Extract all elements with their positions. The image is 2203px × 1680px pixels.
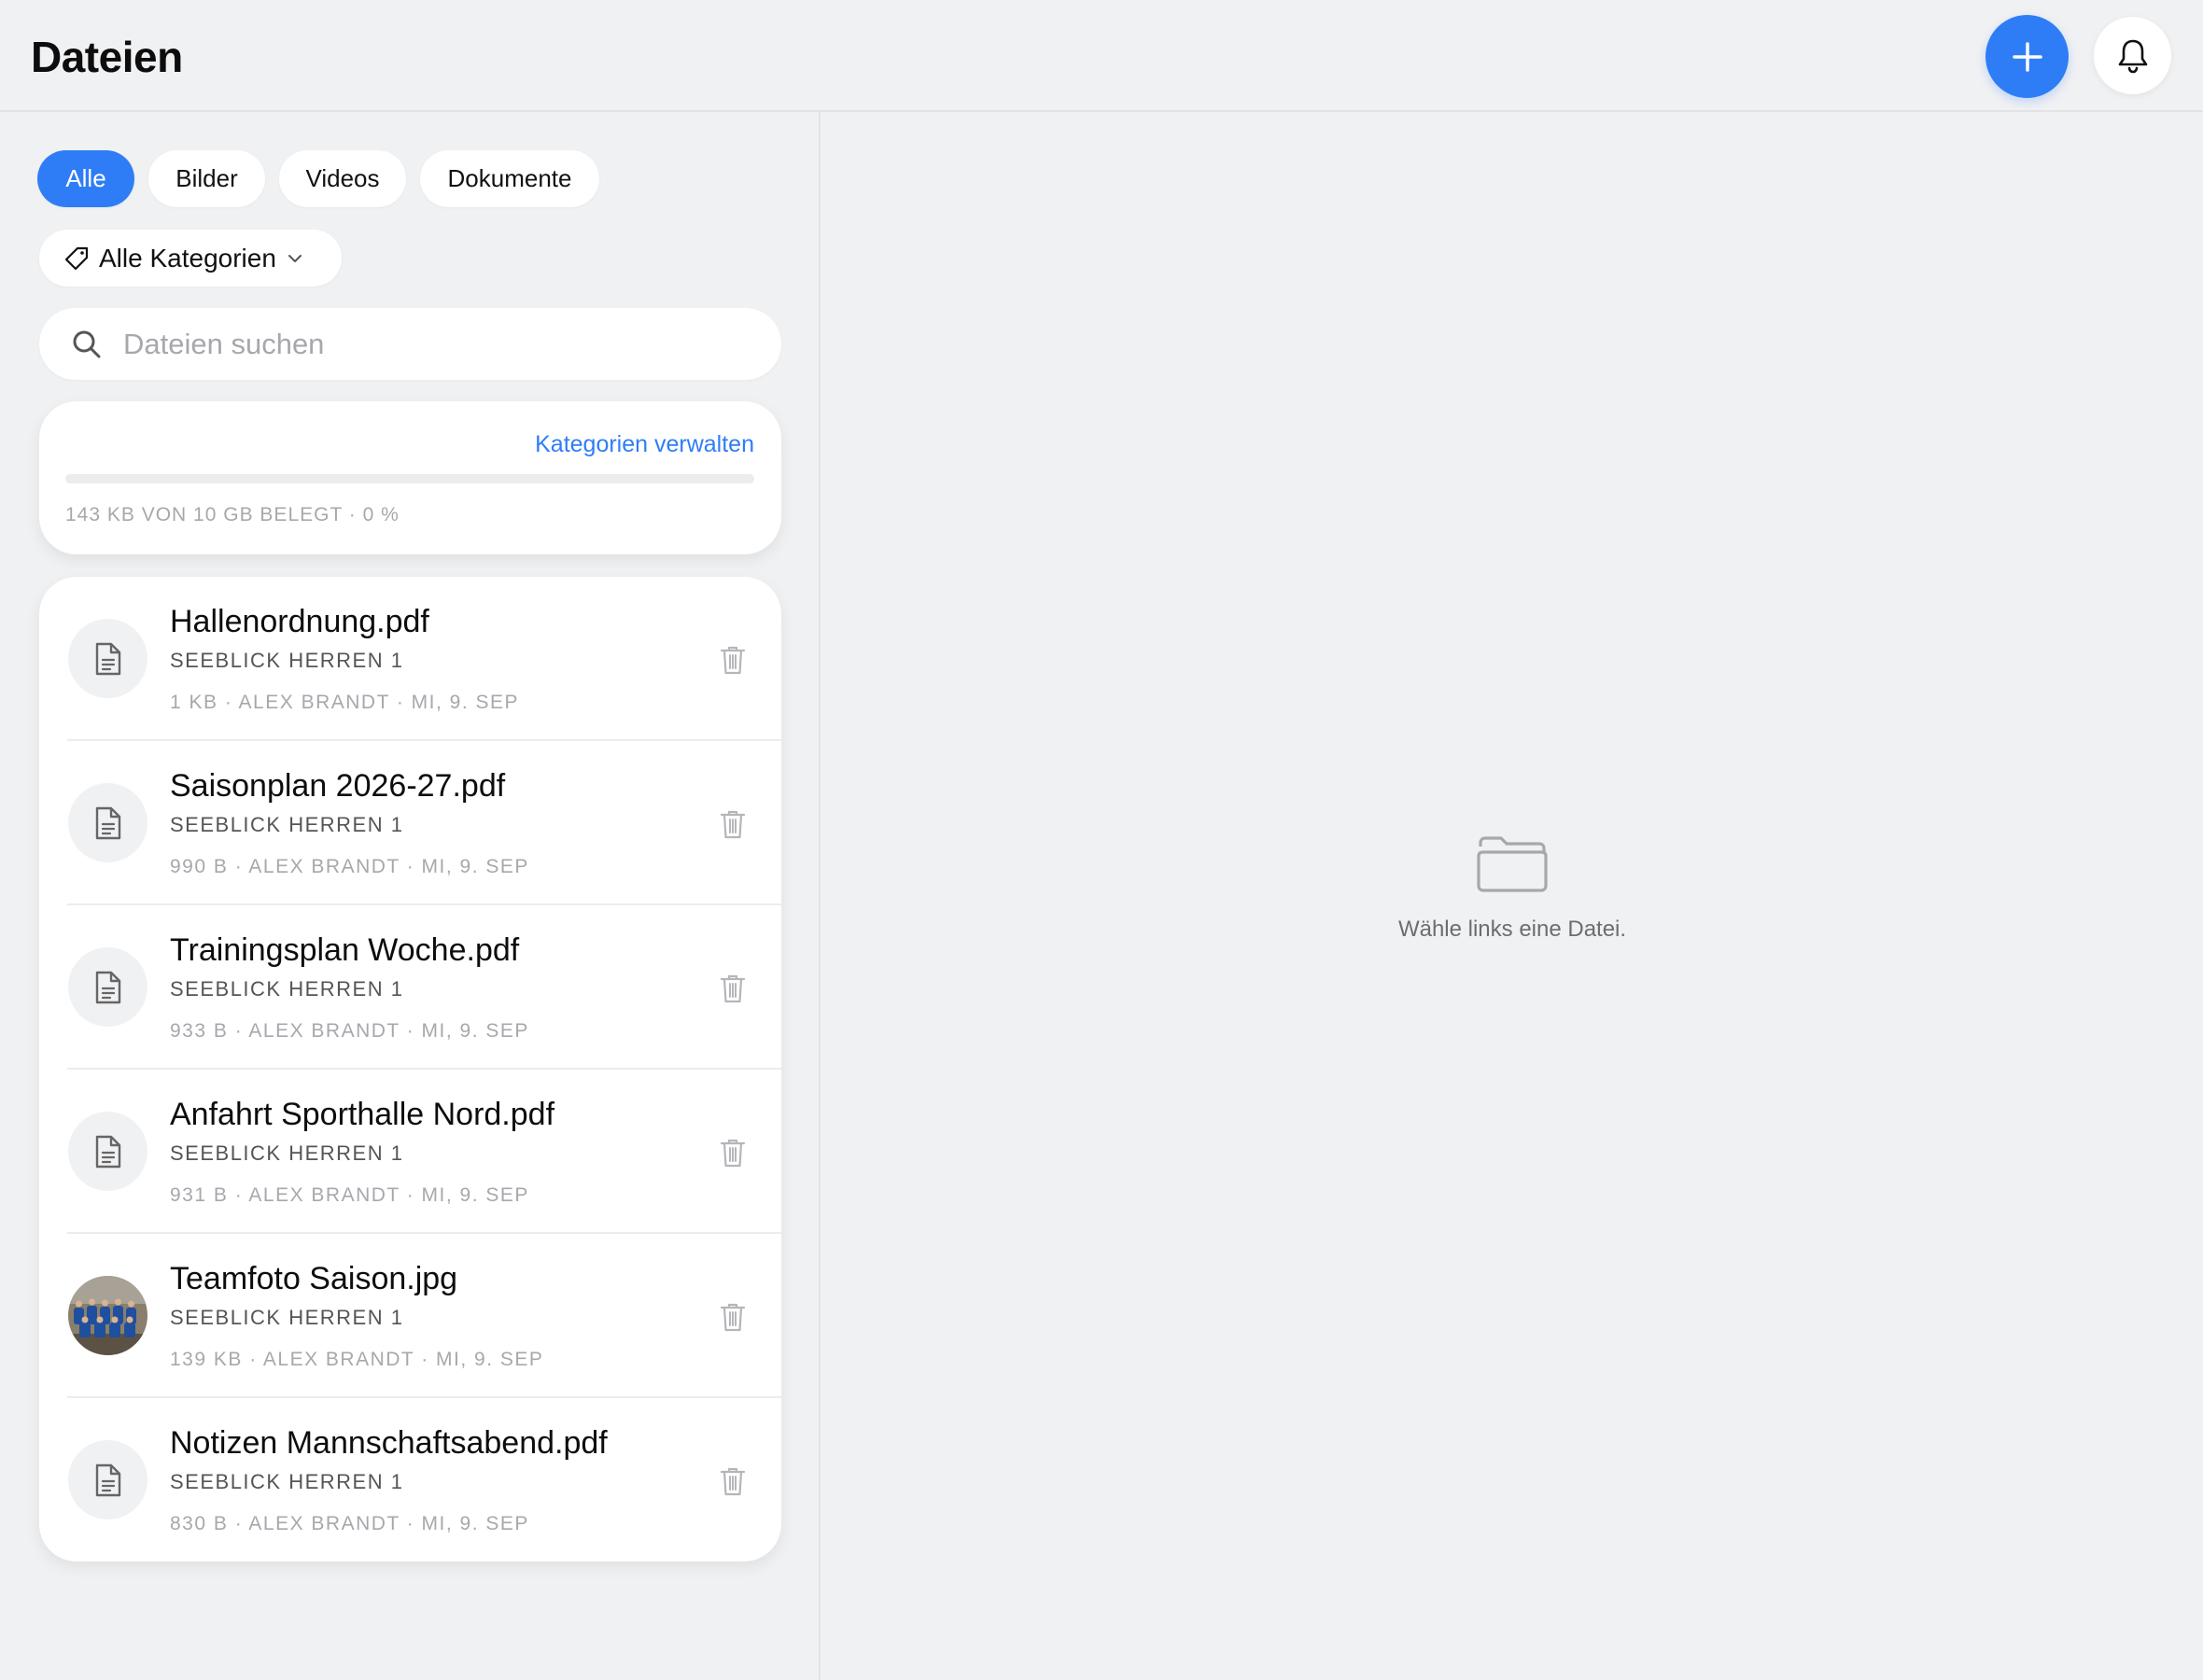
file-row[interactable]: Saisonplan 2026-27.pdf Seeblick Herren 1… [39,741,781,905]
file-team: Seeblick Herren 1 [170,977,404,1001]
file-name: Teamfoto Saison.jpg [170,1261,458,1296]
filter-chip-all[interactable]: Alle [37,150,134,207]
search-input[interactable] [123,327,758,361]
delete-file-button[interactable] [718,808,748,840]
filter-chip-videos[interactable]: Videos [279,150,406,207]
file-meta: 931 B · Alex Brandt · Mi, 9. Sep [170,1184,529,1206]
file-thumbnail [68,783,147,862]
file-team: Seeblick Herren 1 [170,813,404,836]
file-meta: 1 KB · Alex Brandt · Mi, 9. Sep [170,692,520,713]
trash-icon [720,1303,746,1332]
trash-icon [720,810,746,839]
page-title: Dateien [31,33,183,81]
file-meta: 830 B · Alex Brandt · Mi, 9. Sep [170,1513,529,1534]
file-name: Notizen Mannschaftsabend.pdf [170,1425,608,1461]
file-meta: 933 B · Alex Brandt · Mi, 9. Sep [170,1020,529,1042]
notifications-button[interactable] [2094,17,2171,94]
delete-file-button[interactable] [718,1465,748,1497]
manage-categories-link[interactable]: Kategorien verwalten [535,431,754,458]
storage-progress-bar [65,474,754,483]
document-icon [95,1463,120,1496]
file-name: Anfahrt Sporthalle Nord.pdf [170,1097,555,1132]
trash-icon [720,974,746,1003]
file-team: Seeblick Herren 1 [170,1306,404,1329]
delete-file-button[interactable] [718,644,748,676]
file-row[interactable]: Teamfoto Saison.jpg Seeblick Herren 1 13… [39,1234,781,1398]
chevron-down-icon [288,254,302,262]
detail-empty-state: Wähle links eine Datei. [1326,833,1699,943]
file-team: Seeblick Herren 1 [170,1470,404,1493]
delete-file-button[interactable] [718,973,748,1004]
file-row[interactable]: Notizen Mannschaftsabend.pdf Seeblick He… [39,1398,781,1561]
document-icon [95,971,120,1003]
folder-icon [1477,836,1548,892]
file-thumbnail [68,1276,147,1355]
tag-icon [64,246,89,270]
file-list: Hallenordnung.pdf Seeblick Herren 1 1 KB… [39,577,781,1561]
file-name: Saisonplan 2026-27.pdf [170,768,506,804]
delete-file-button[interactable] [718,1301,748,1333]
trash-icon [720,1139,746,1168]
bell-icon [2118,39,2147,73]
app-header: Dateien [0,0,2203,112]
team-photo-thumbnail [68,1276,147,1355]
file-meta: 990 B · Alex Brandt · Mi, 9. Sep [170,856,529,877]
file-name: Hallenordnung.pdf [170,604,429,639]
panel-divider [819,112,821,1680]
add-file-button[interactable] [1986,15,2069,98]
file-row[interactable]: Anfahrt Sporthalle Nord.pdf Seeblick Her… [39,1070,781,1234]
file-row[interactable]: Trainingsplan Woche.pdf Seeblick Herren … [39,905,781,1070]
search-box [39,308,781,380]
trash-icon [720,646,746,675]
file-meta: 139 KB · Alex Brandt · Mi, 9. Sep [170,1349,544,1370]
storage-usage-text: 143 KB von 10 GB belegt · 0 % [65,504,400,525]
file-row[interactable]: Hallenordnung.pdf Seeblick Herren 1 1 KB… [39,577,781,741]
file-thumbnail [68,1440,147,1519]
detail-empty-text: Wähle links eine Datei. [1397,917,1627,942]
document-icon [95,806,120,839]
document-icon [95,642,120,675]
file-name: Trainingsplan Woche.pdf [170,932,520,968]
file-team: Seeblick Herren 1 [170,649,404,672]
filter-chip-documents[interactable]: Dokumente [420,150,599,207]
file-thumbnail [68,1112,147,1191]
search-icon [73,330,101,357]
filter-chip-images[interactable]: Bilder [148,150,265,207]
trash-icon [720,1467,746,1496]
storage-card: Kategorien verwalten 143 KB von 10 GB be… [39,401,781,554]
type-filter-chips: Alle Bilder Videos Dokumente [37,150,599,207]
document-icon [95,1135,120,1168]
plus-icon [2012,41,2042,72]
file-team: Seeblick Herren 1 [170,1141,404,1165]
category-dropdown[interactable]: Alle Kategorien [39,230,342,287]
file-thumbnail [68,947,147,1027]
delete-file-button[interactable] [718,1137,748,1169]
file-thumbnail [68,619,147,698]
category-dropdown-label: Alle Kategorien [99,243,276,273]
